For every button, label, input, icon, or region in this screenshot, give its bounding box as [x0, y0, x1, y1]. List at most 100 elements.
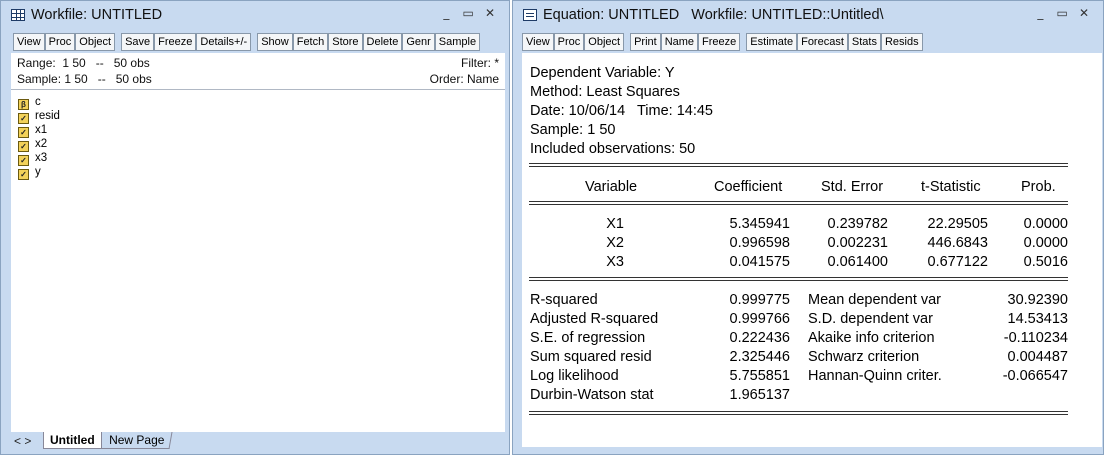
workfile-titlebar[interactable]: Workfile: UNTITLED _ ▭ ✕ [1, 1, 509, 31]
details-button[interactable]: Details+/- [196, 33, 252, 51]
stat-label: Durbin-Watson stat [530, 387, 654, 403]
workfile-object[interactable]: ✓ resid [18, 110, 60, 124]
workfile-object[interactable]: ✓ x3 [18, 152, 47, 166]
table-rule [529, 411, 1068, 415]
beta-icon: β [18, 99, 29, 110]
object-name: x1 [35, 124, 48, 136]
table-rule [529, 163, 1068, 167]
object-name: c [35, 96, 41, 108]
observations-text: Included observations: 50 [530, 141, 696, 157]
view-button[interactable]: View [522, 33, 554, 51]
genr-button[interactable]: Genr [402, 33, 435, 51]
tab-scroll-arrows-icon[interactable]: < > [14, 434, 31, 448]
object-button[interactable]: Object [584, 33, 625, 51]
row-variable: X3 [606, 254, 624, 270]
row-std-error: 0.002231 [827, 235, 888, 251]
row-t-statistic: 22.29505 [927, 216, 988, 232]
workfile-object[interactable]: ✓ x1 [18, 124, 47, 138]
tab-label: New Page [109, 433, 165, 447]
row-prob: 0.5016 [1023, 254, 1068, 270]
fetch-button[interactable]: Fetch [292, 33, 329, 51]
col-std-error: Std. Error [821, 179, 884, 195]
row-t-statistic: 446.6843 [927, 235, 988, 251]
workfile-object[interactable]: ✓ y [18, 166, 41, 180]
minimize-icon[interactable]: _ [437, 6, 455, 20]
forecast-button[interactable]: Forecast [797, 33, 848, 51]
sample-text: Sample: 1 50 [530, 122, 616, 138]
stat-value: 2.325446 [729, 349, 790, 365]
row-prob: 0.0000 [1023, 216, 1068, 232]
stat-label: Log likelihood [530, 368, 619, 384]
store-button[interactable]: Store [328, 33, 363, 51]
page-tabs: < > Untitled New Page [11, 432, 505, 450]
object-name: y [35, 166, 41, 178]
show-button[interactable]: Show [257, 33, 293, 51]
equation-title: Equation: UNTITLED Workfile: UNTITLED::U… [543, 7, 884, 23]
stat-label: Schwarz criterion [808, 349, 920, 365]
col-prob: Prob. [1021, 179, 1056, 195]
workfile-object[interactable]: βc [18, 96, 41, 110]
series-icon: ✓ [18, 155, 29, 166]
workfile-object[interactable]: ✓ x2 [18, 138, 47, 152]
workfile-window[interactable]: Workfile: UNTITLED _ ▭ ✕ View Proc Object S… [0, 0, 510, 455]
stat-value: 0.999775 [729, 292, 790, 308]
stat-label: Sum squared resid [530, 349, 652, 365]
tab-untitled[interactable]: Untitled [43, 432, 102, 449]
maximize-icon[interactable]: ▭ [1053, 6, 1071, 20]
tab-new-page[interactable]: New Page [101, 432, 173, 449]
resids-button[interactable]: Resids [880, 33, 923, 51]
object-name: resid [35, 110, 60, 122]
row-variable: X1 [606, 216, 624, 232]
stat-label: Adjusted R-squared [530, 311, 659, 327]
workfile-toolbar: View Proc Object Save Freeze Details+/- Show Fe… [13, 33, 481, 51]
row-std-error: 0.239782 [827, 216, 888, 232]
equation-titlebar[interactable]: Equation: UNTITLED Workfile: UNTITLED::U… [513, 1, 1103, 31]
freeze-button[interactable]: Freeze [698, 33, 741, 51]
row-t-statistic: 0.677122 [927, 254, 988, 270]
stat-label: Akaike info criterion [808, 330, 935, 346]
stat-label: Mean dependent var [808, 292, 942, 308]
stat-label: S.D. dependent var [808, 311, 933, 327]
series-icon: ✓ [18, 169, 29, 180]
row-variable: X2 [606, 235, 624, 251]
col-coefficient: Coefficient [714, 179, 783, 195]
print-button[interactable]: Print [630, 33, 661, 51]
equation-output[interactable]: Dependent Variable: Y Method: Least Squa… [522, 53, 1102, 447]
workfile-content[interactable]: Range: 1 50 -- 50 obs Filter: * Sample: … [11, 53, 505, 432]
save-button[interactable]: Save [121, 33, 155, 51]
row-coefficient: 5.345941 [729, 216, 790, 232]
proc-button[interactable]: Proc [553, 33, 585, 51]
stat-value: 0.222436 [729, 330, 790, 346]
sample-button[interactable]: Sample [434, 33, 481, 51]
stats-button[interactable]: Stats [847, 33, 881, 51]
delete-button[interactable]: Delete [362, 33, 403, 51]
object-button[interactable]: Object [75, 33, 116, 51]
close-icon[interactable]: ✕ [1075, 6, 1093, 20]
stat-label: Hannan-Quinn criter. [808, 368, 942, 384]
workfile-grid-icon [11, 9, 25, 21]
series-icon: ✓ [18, 141, 29, 152]
workfile-title: Workfile: UNTITLED [31, 7, 163, 23]
estimate-button[interactable]: Estimate [746, 33, 798, 51]
name-button[interactable]: Name [660, 33, 699, 51]
proc-button[interactable]: Proc [44, 33, 76, 51]
filter-label: Filter: * [460, 56, 499, 70]
stat-label: S.E. of regression [530, 330, 646, 346]
series-icon: ✓ [18, 113, 29, 124]
stat-value: 14.53413 [1007, 311, 1068, 327]
freeze-button[interactable]: Freeze [154, 33, 197, 51]
object-name: x3 [35, 152, 48, 164]
equation-window[interactable]: Equation: UNTITLED Workfile: UNTITLED::U… [512, 0, 1104, 455]
table-rule [529, 277, 1068, 281]
stat-value: -0.110234 [1003, 330, 1068, 346]
equation-icon [523, 9, 537, 21]
view-button[interactable]: View [13, 33, 45, 51]
stat-value: -0.066547 [1002, 368, 1068, 384]
stat-value: 1.965137 [729, 387, 790, 403]
maximize-icon[interactable]: ▭ [459, 6, 477, 20]
stat-value: 0.004487 [1007, 349, 1068, 365]
stat-value: 5.755851 [729, 368, 790, 384]
minimize-icon[interactable]: _ [1031, 6, 1049, 20]
close-icon[interactable]: ✕ [481, 6, 499, 20]
col-t-statistic: t-Statistic [921, 179, 981, 195]
